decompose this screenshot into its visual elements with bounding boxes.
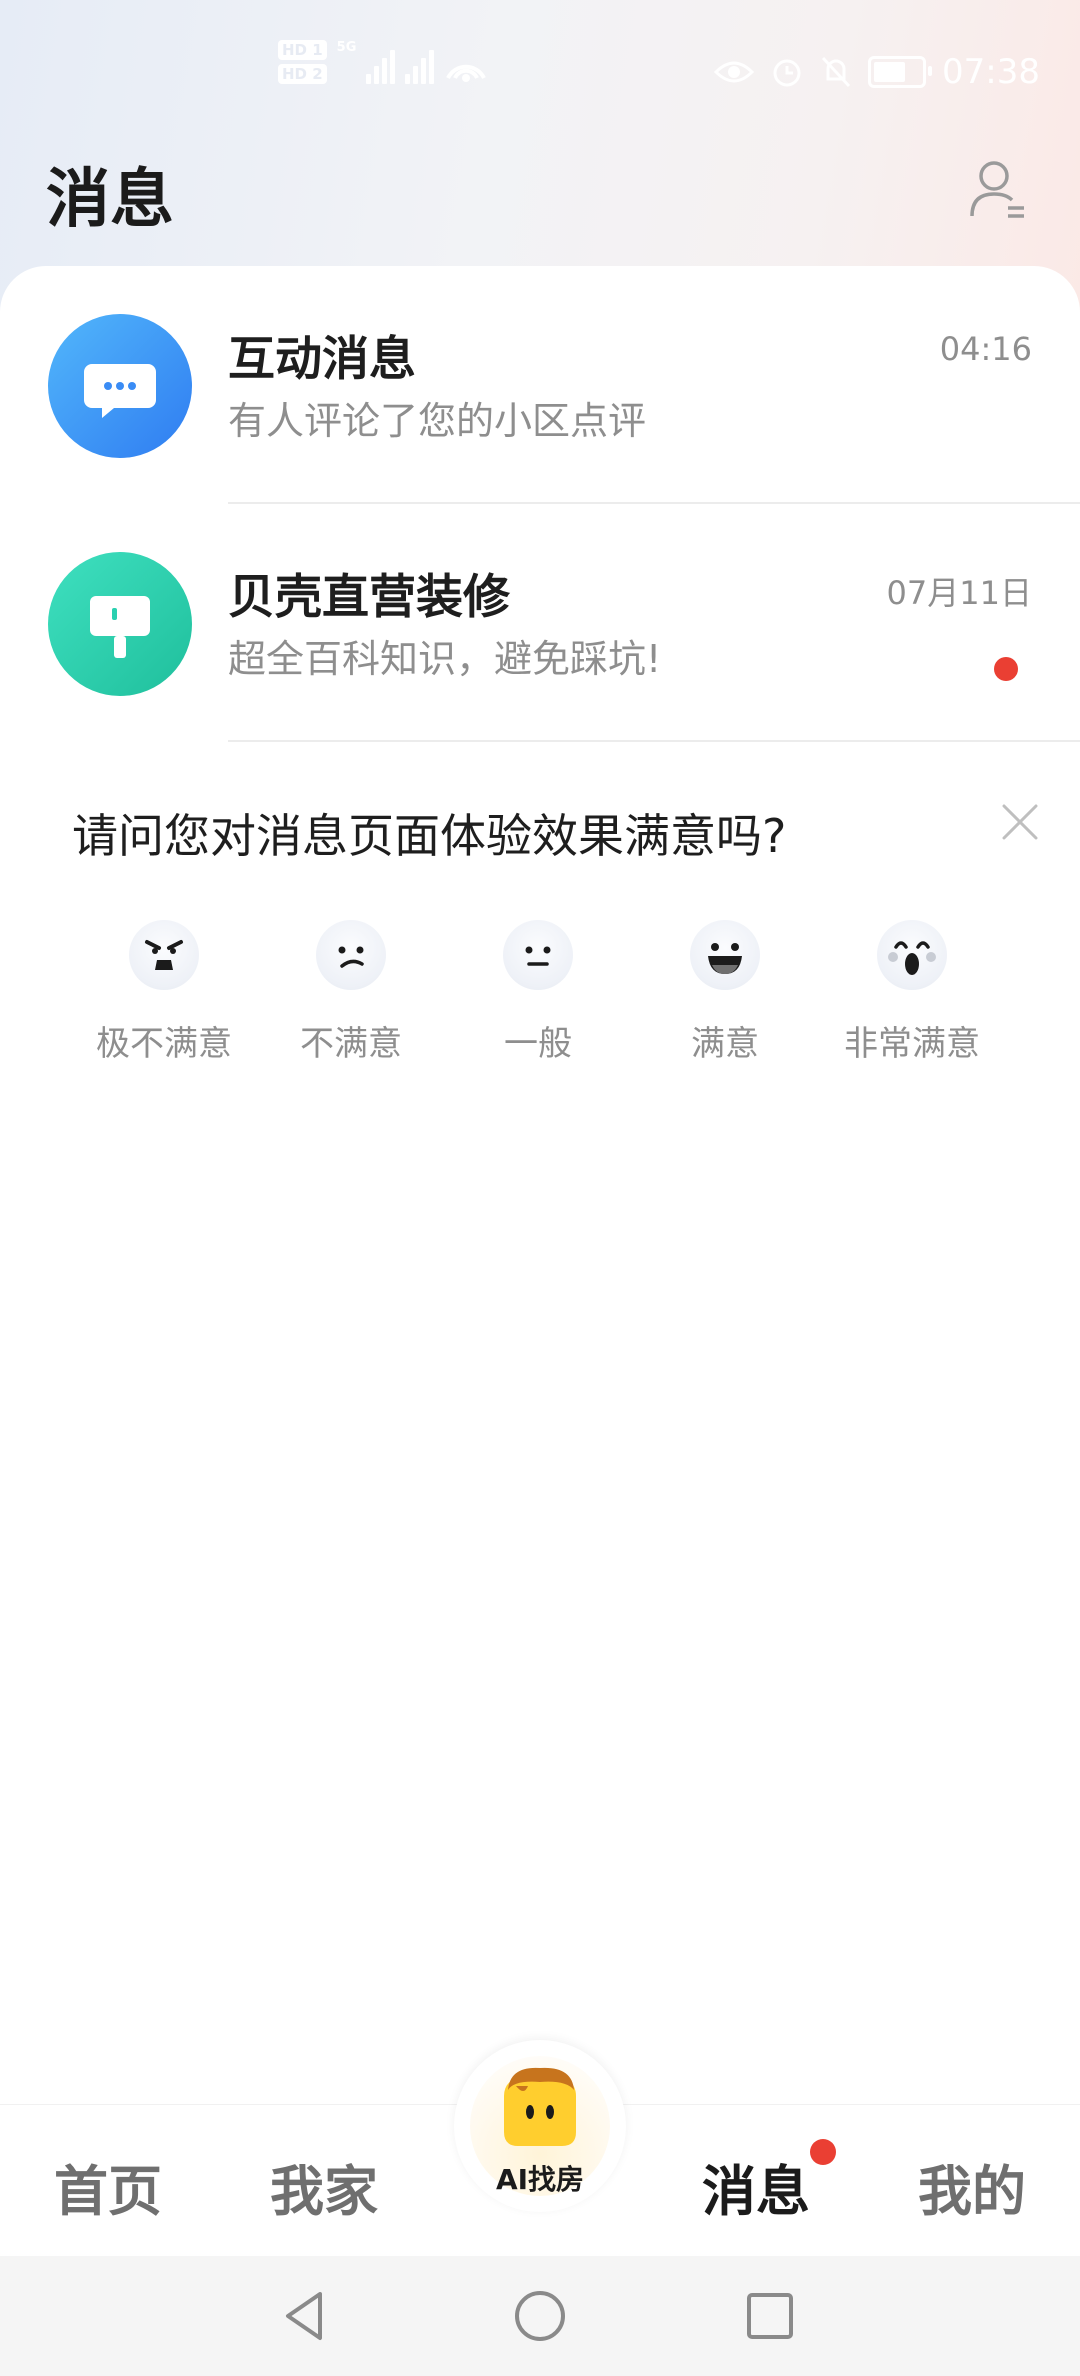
ai-mascot-icon xyxy=(504,2067,576,2146)
ai-house-search-button[interactable]: AI找房 xyxy=(454,2040,626,2212)
tab-mine[interactable]: 我的 xyxy=(918,2147,1026,2226)
network-indicators: HD 1 HD 2 5G xyxy=(278,40,488,84)
status-time: 07:38 xyxy=(942,52,1040,92)
rating-option-very-dissatisfied[interactable]: 极不满意 xyxy=(64,920,264,1064)
amazed-face-icon xyxy=(877,920,947,990)
rating-label: 一般 xyxy=(504,1024,572,1064)
message-row-renovation[interactable]: 贝壳直营装修 超全百科知识，避免踩坑! 07月11日 xyxy=(0,504,1080,742)
message-sender-name: 贝壳直营装修 xyxy=(228,570,510,625)
neutral-face-icon xyxy=(503,920,573,990)
survey-question: 请问您对消息页面体验效果满意吗? xyxy=(72,809,787,863)
rating-options: 极不满意 不满意 一般 满意 非常满意 xyxy=(0,920,1080,1064)
message-preview: 有人评论了您的小区点评 xyxy=(228,399,647,443)
signal-icon xyxy=(366,40,396,84)
unhappy-face-icon xyxy=(316,920,386,990)
message-time: 04:16 xyxy=(939,330,1032,368)
rating-label: 非常满意 xyxy=(844,1024,980,1064)
back-icon[interactable] xyxy=(276,2286,336,2346)
chat-bubble-icon xyxy=(48,314,192,458)
rating-option-satisfied[interactable]: 满意 xyxy=(625,920,825,1064)
wifi-icon xyxy=(446,64,487,82)
tab-home[interactable]: 首页 xyxy=(54,2147,162,2226)
rating-option-neutral[interactable]: 一般 xyxy=(438,920,638,1064)
rating-label: 满意 xyxy=(691,1024,759,1064)
sim1-label: HD 1 xyxy=(278,40,327,60)
status-bar: HD 1 HD 2 5G 07:38 xyxy=(0,0,1080,120)
eye-icon xyxy=(714,61,755,83)
message-row-interaction[interactable]: 互动消息 有人评论了您的小区点评 04:16 xyxy=(0,266,1080,504)
system-nav-bar xyxy=(0,2256,1080,2376)
unread-badge xyxy=(994,657,1018,681)
rating-option-very-satisfied[interactable]: 非常满意 xyxy=(812,920,1012,1064)
messages-badge xyxy=(810,2139,836,2165)
message-card: 互动消息 有人评论了您的小区点评 04:16 贝壳直营装修 超全百科知识，避免踩… xyxy=(0,266,1080,1132)
message-sender-name: 互动消息 xyxy=(228,332,416,387)
home-icon[interactable] xyxy=(510,2286,570,2346)
message-time: 07月11日 xyxy=(886,574,1032,612)
paint-roller-icon xyxy=(48,552,192,696)
mute-icon xyxy=(821,56,851,88)
page-title: 消息 xyxy=(46,163,174,237)
rating-option-dissatisfied[interactable]: 不满意 xyxy=(251,920,451,1064)
alarm-icon xyxy=(773,59,801,87)
very-angry-face-icon xyxy=(129,920,199,990)
message-preview: 超全百科知识，避免踩坑! xyxy=(228,637,662,681)
recents-icon[interactable] xyxy=(740,2286,800,2346)
close-icon[interactable] xyxy=(996,798,1044,846)
happy-face-icon xyxy=(690,920,760,990)
ai-button-label: AI找房 xyxy=(495,2163,585,2196)
divider xyxy=(228,740,1080,742)
rating-label: 不满意 xyxy=(300,1024,402,1064)
tab-messages[interactable]: 消息 xyxy=(702,2147,810,2226)
network-type-label: 5G xyxy=(336,40,357,55)
battery-icon xyxy=(868,56,933,88)
rating-label: 极不满意 xyxy=(96,1024,232,1064)
user-icon[interactable] xyxy=(968,158,1028,222)
signal-2-icon xyxy=(405,40,435,84)
sim2-label: HD 2 xyxy=(278,64,327,84)
tab-my-home[interactable]: 我家 xyxy=(270,2147,378,2226)
